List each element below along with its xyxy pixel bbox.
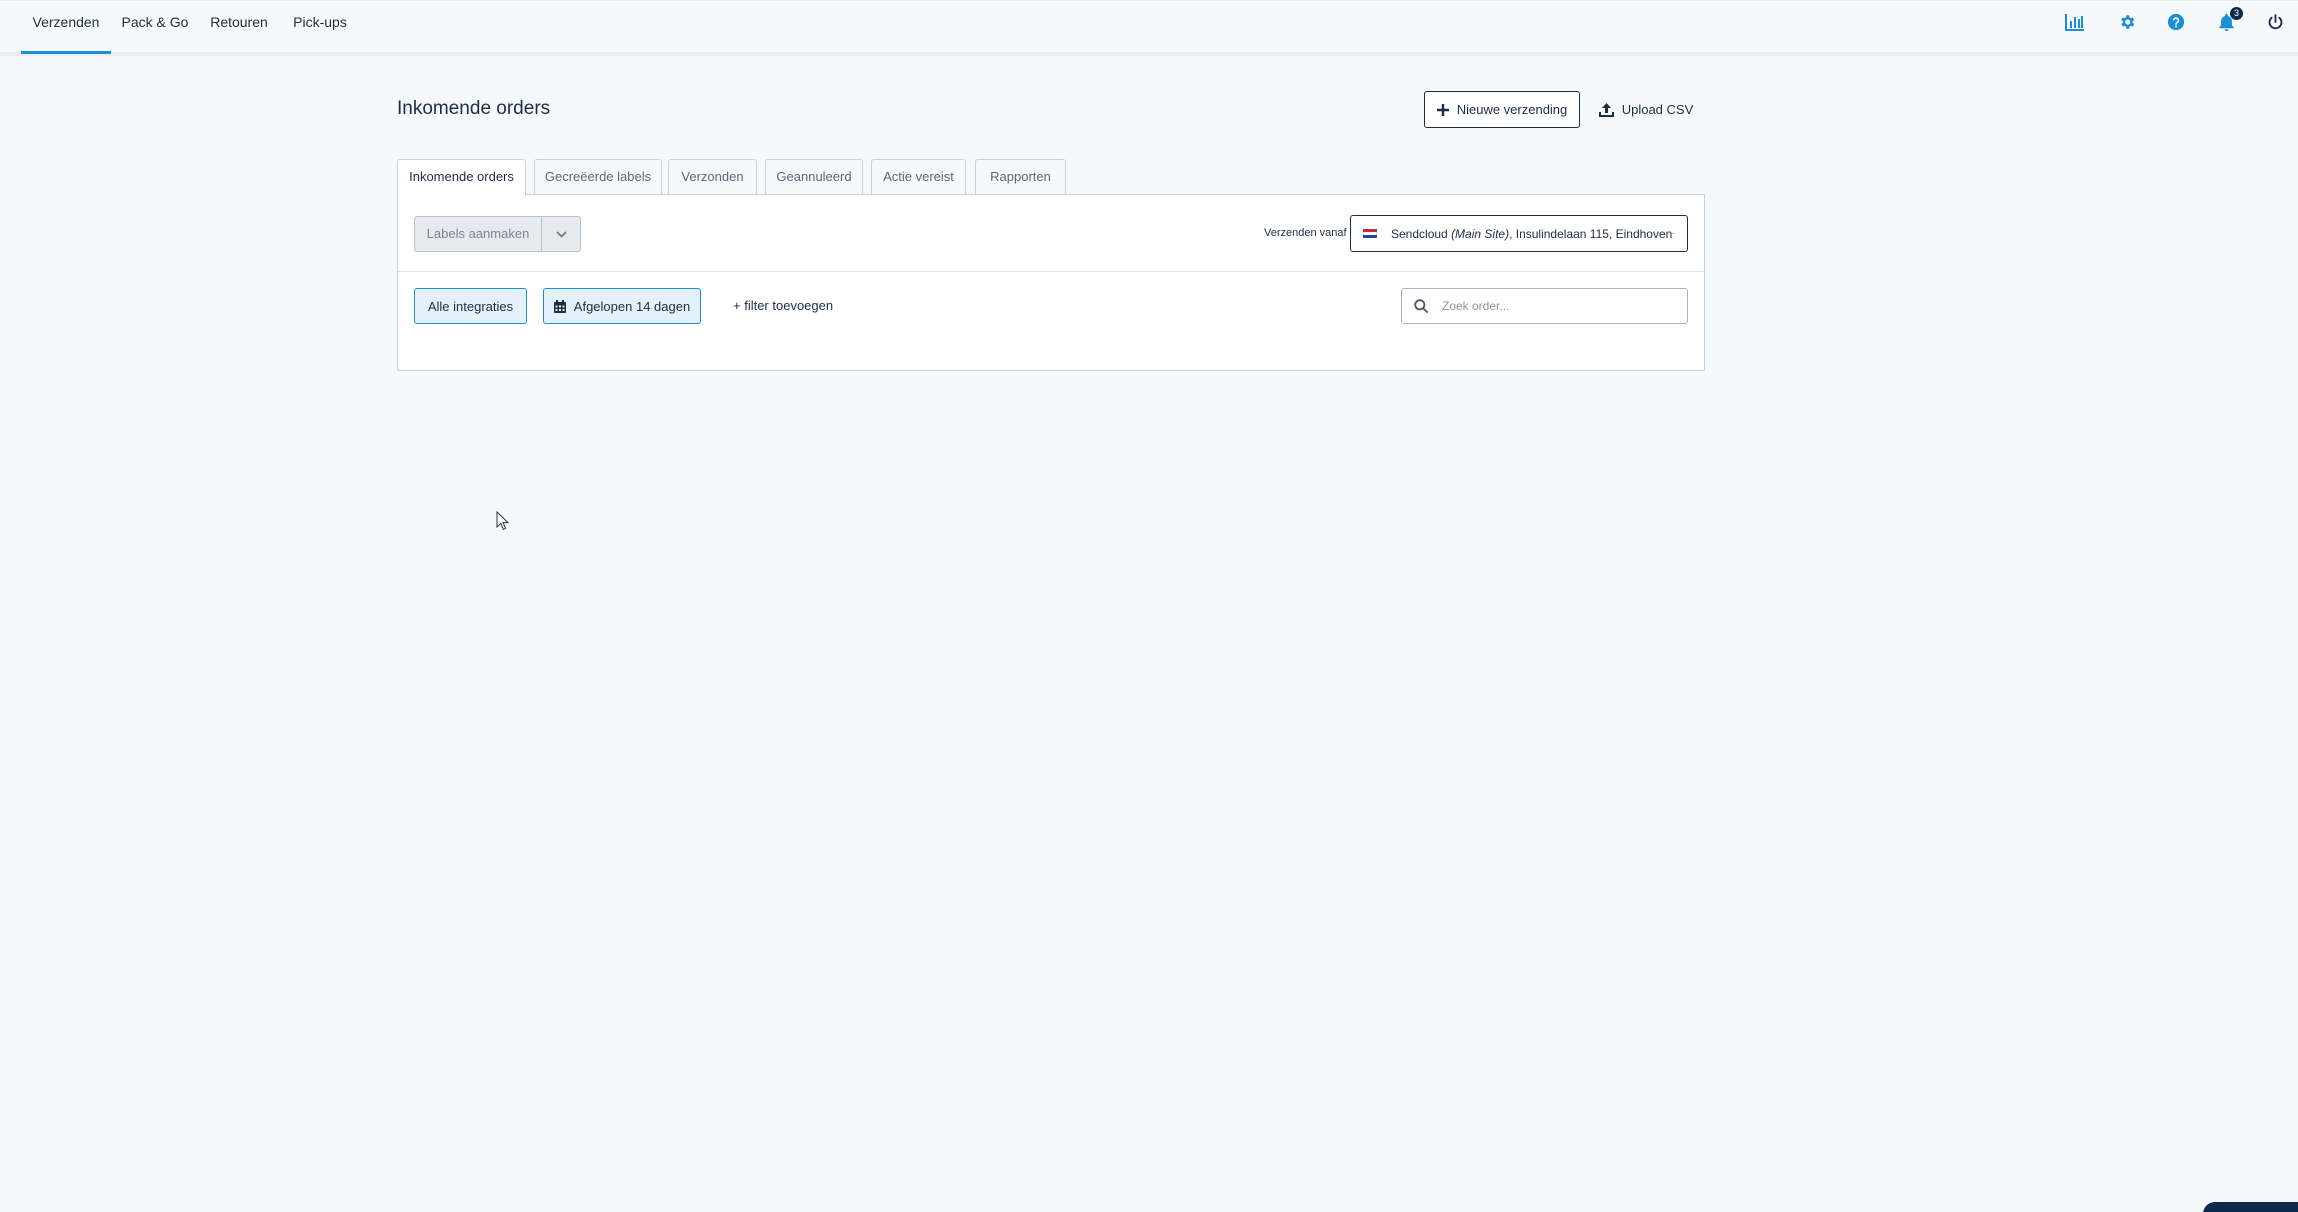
chevron-down-icon: [1672, 232, 1675, 235]
ship-from-site: (Main Site): [1451, 226, 1510, 241]
tab-inkomende-orders[interactable]: Inkomende orders: [397, 159, 526, 196]
panel-divider: [398, 271, 1704, 272]
nav-item-pick-ups[interactable]: Pick-ups: [292, 1, 348, 53]
help-icon[interactable]: [2165, 11, 2187, 33]
upload-csv-label: Upload CSV: [1621, 102, 1694, 117]
integrations-filter-label: Alle integraties: [427, 298, 514, 314]
top-navigation: Verzenden Pack & Go Retouren Pick-ups 3: [0, 0, 2298, 56]
order-search-input[interactable]: [1442, 299, 1675, 313]
create-labels-split-button: Labels aanmaken: [414, 216, 581, 252]
ship-from-select[interactable]: Sendcloud (Main Site), Insulindelaan 115…: [1350, 215, 1688, 252]
calendar-icon: [553, 299, 566, 313]
netherlands-flag-icon: [1363, 228, 1377, 239]
create-labels-button[interactable]: Labels aanmaken: [415, 217, 542, 251]
tab-verzonden[interactable]: Verzonden: [668, 159, 757, 195]
upload-csv-button[interactable]: Upload CSV: [1598, 91, 1694, 128]
chevron-down-icon: [555, 230, 567, 238]
search-icon: [1414, 299, 1428, 313]
ship-from-company: Sendcloud: [1391, 226, 1448, 241]
ship-from-label: Verzenden vanaf: [1264, 227, 1347, 239]
orders-panel: Labels aanmaken Verzenden vanaf Sendclou…: [397, 194, 1705, 371]
analytics-icon[interactable]: [2064, 11, 2086, 33]
new-shipment-label: Nieuwe verzending: [1456, 102, 1568, 117]
nav-item-retouren[interactable]: Retouren: [208, 1, 270, 53]
ship-from-value: Sendcloud (Main Site), Insulindelaan 115…: [1391, 227, 1672, 241]
power-icon[interactable]: [2264, 11, 2286, 33]
integrations-filter-button[interactable]: Alle integraties: [414, 288, 527, 324]
gear-icon[interactable]: [2116, 11, 2138, 33]
page-title: Inkomende orders: [397, 98, 551, 119]
nav-item-verzenden[interactable]: Verzenden: [21, 1, 111, 54]
bell-icon[interactable]: 3: [2215, 7, 2243, 33]
new-shipment-button[interactable]: Nieuwe verzending: [1424, 91, 1580, 128]
tab-geannuleerd[interactable]: Geannuleerd: [765, 159, 863, 195]
tab-actie-vereist[interactable]: Actie vereist: [871, 159, 966, 195]
create-labels-dropdown-toggle[interactable]: [542, 217, 580, 251]
upload-icon: [1598, 102, 1614, 117]
date-range-filter-button[interactable]: Afgelopen 14 dagen: [543, 288, 701, 324]
tab-gecreeerde-labels[interactable]: Gecreëerde labels: [534, 159, 662, 195]
plus-icon: [1436, 103, 1449, 116]
order-search: [1401, 288, 1688, 324]
mouse-cursor-icon: [496, 511, 509, 531]
ship-from-address: , Insulindelaan 115, Eindhoven: [1509, 226, 1673, 241]
date-range-filter-label: Afgelopen 14 dagen: [573, 298, 691, 314]
nav-item-pack-and-go[interactable]: Pack & Go: [121, 1, 189, 53]
support-chat-widget[interactable]: [2203, 1202, 2298, 1212]
tab-rapporten[interactable]: Rapporten: [975, 159, 1066, 195]
add-filter-link[interactable]: + filter toevoegen: [733, 298, 833, 313]
notification-badge: 3: [2230, 7, 2243, 20]
